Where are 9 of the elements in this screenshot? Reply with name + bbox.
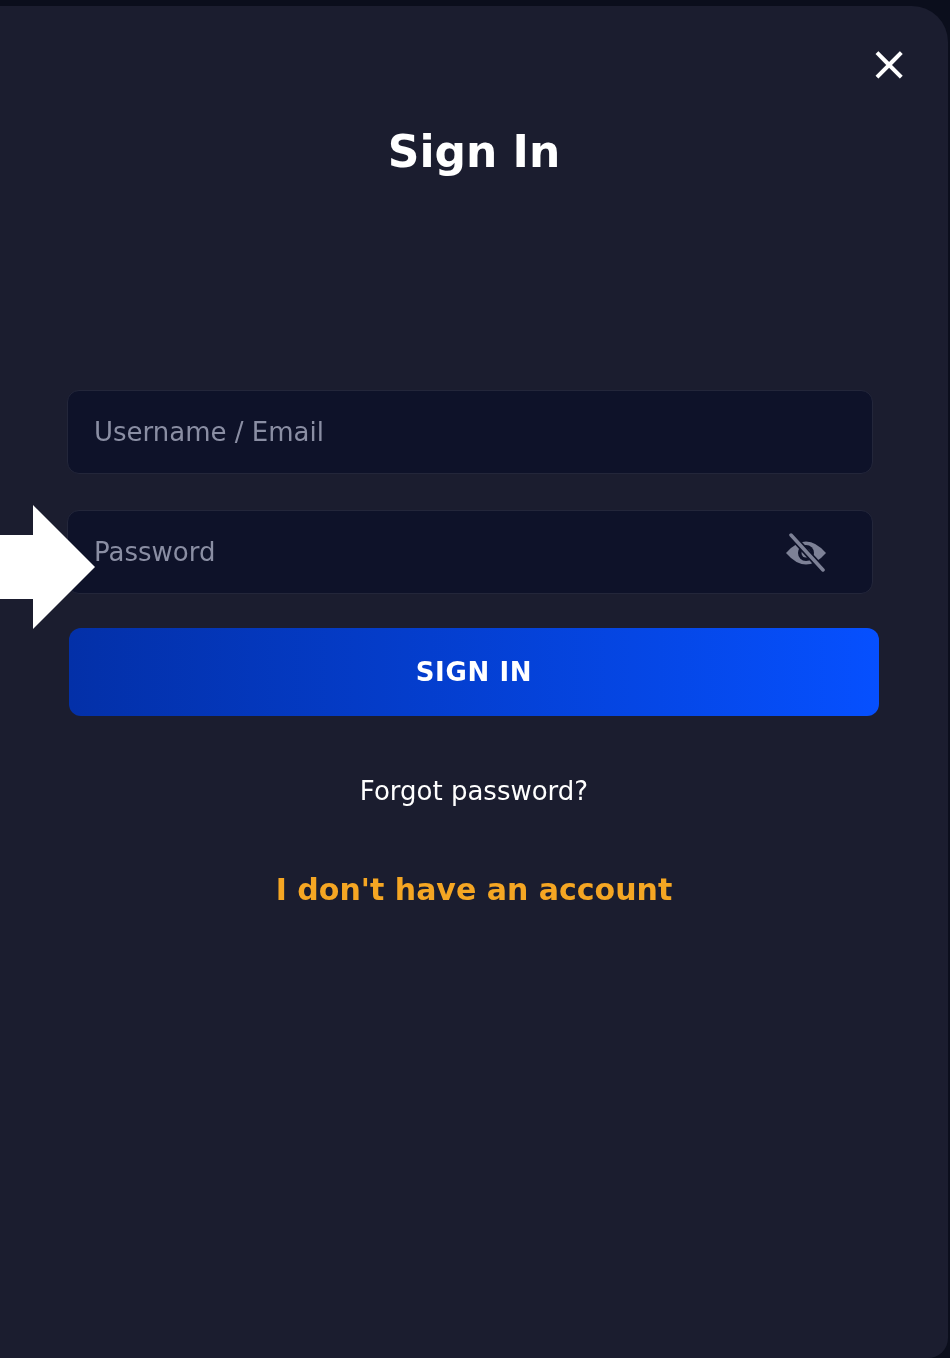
arrow-icon bbox=[0, 505, 96, 629]
eye-slash-icon[interactable] bbox=[783, 532, 829, 572]
forgot-password-link[interactable]: Forgot password? bbox=[359, 772, 589, 811]
close-button[interactable]: × bbox=[866, 40, 912, 86]
username-field[interactable]: Username / Email bbox=[67, 390, 873, 474]
sign-in-button[interactable]: SIGN IN bbox=[69, 628, 879, 716]
password-field[interactable]: Password bbox=[67, 510, 873, 594]
create-account-link[interactable]: I don't have an account bbox=[275, 867, 673, 912]
dialog-title: Sign In bbox=[387, 130, 561, 174]
